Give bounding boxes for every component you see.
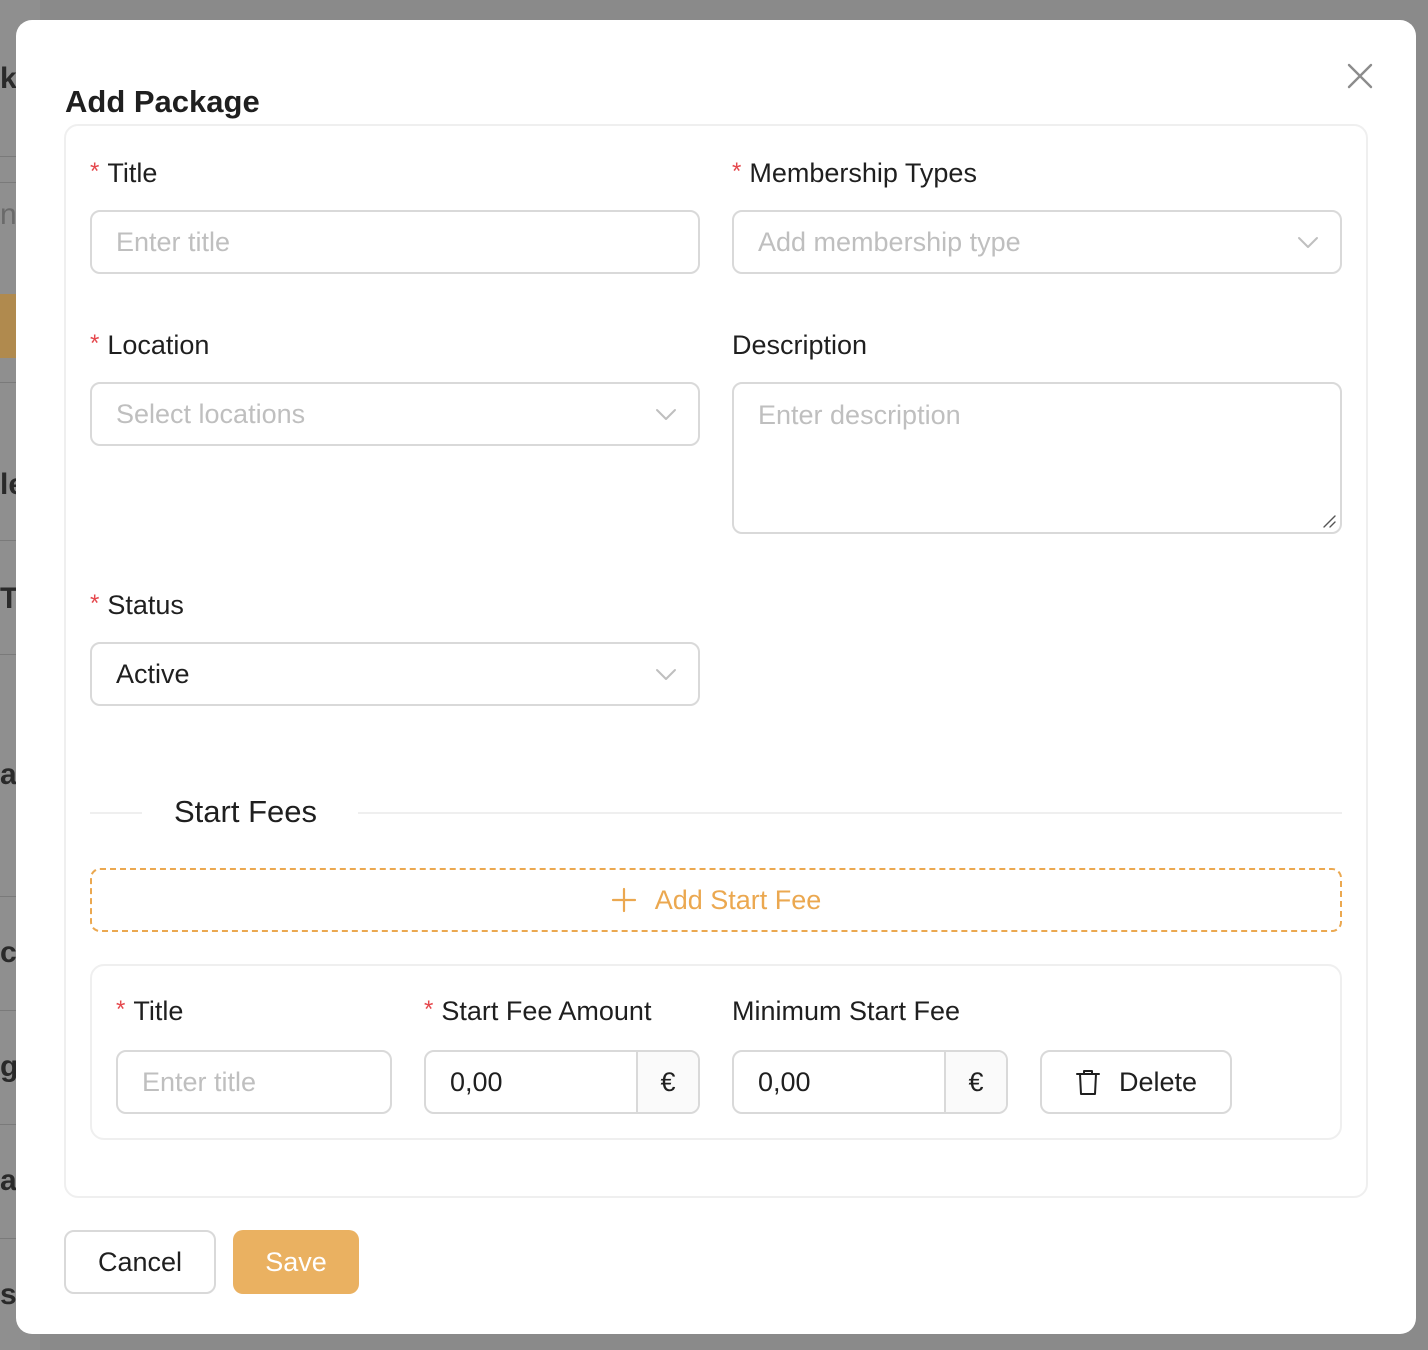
save-button[interactable]: Save [233,1230,359,1294]
fee-title-input[interactable]: Enter title [116,1050,392,1114]
background-search-button [0,294,16,358]
chevron-down-icon [656,669,676,680]
status-select[interactable]: Active [90,642,700,706]
modal-title: Add Package [65,84,260,119]
background-text: c [0,936,17,969]
background-text: k [0,62,17,95]
status-value: Active [116,658,190,689]
start-fees-title: Start Fees [174,794,317,829]
start-fee-amount-input[interactable]: 0,00 € [424,1050,700,1114]
status-label-text: Status [107,590,184,620]
chevron-down-icon [1298,237,1318,248]
required-mark: * [116,996,126,1023]
cancel-button[interactable]: Cancel [64,1230,216,1294]
title-label: * Title [90,158,157,189]
title-label-text: Title [107,158,158,188]
membership-types-label: * Membership Types [732,158,977,189]
divider-line [358,812,1342,814]
location-label-text: Location [107,330,210,360]
description-placeholder: Enter description [758,400,961,430]
membership-types-label-text: Membership Types [749,158,977,188]
location-placeholder: Select locations [116,398,306,429]
required-mark: * [732,158,742,185]
minimum-start-fee-label-text: Minimum Start Fee [732,996,961,1026]
minimum-start-fee-input[interactable]: 0,00 € [732,1050,1008,1114]
description-label-text: Description [732,330,868,360]
fee-title-label: * Title [116,996,183,1027]
description-label: Description [732,330,867,361]
background-divider [0,182,16,183]
currency-symbol: € [968,1066,984,1097]
background-divider [0,896,16,897]
currency-addon: € [944,1052,1006,1112]
start-fee-amount-value: 0,00 [450,1066,503,1097]
background-divider [0,654,16,655]
currency-symbol: € [660,1066,676,1097]
fee-title-label-text: Title [133,996,184,1026]
required-mark: * [90,158,100,185]
background-divider [0,1238,16,1239]
add-package-modal: Add Package * Title Enter title * Membersh… [16,20,1416,1334]
location-label: * Location [90,330,209,361]
resize-handle-icon[interactable] [1320,512,1336,528]
required-mark: * [90,330,100,357]
start-fee-item: * Title Enter title * Start Fee Amount 0,0… [90,964,1342,1140]
required-mark: * [424,996,434,1023]
currency-addon: € [636,1052,698,1112]
add-start-fee-label: Add Start Fee [654,884,822,915]
background-divider [0,540,16,541]
required-mark: * [90,590,100,617]
add-start-fee-button[interactable]: Add Start Fee [90,868,1342,932]
status-label: * Status [90,590,184,621]
membership-types-select[interactable]: Add membership type [732,210,1342,274]
background-divider [0,1124,16,1125]
chevron-down-icon [656,409,676,420]
plus-icon [611,887,637,913]
cancel-label: Cancel [97,1246,183,1277]
minimum-start-fee-label: Minimum Start Fee [732,996,960,1027]
delete-fee-button[interactable]: Delete [1040,1050,1232,1114]
close-icon [1347,63,1373,89]
delete-label: Delete [1118,1066,1198,1097]
close-button[interactable] [1342,58,1378,94]
background-text: n [0,198,17,231]
title-input[interactable]: Enter title [90,210,700,274]
start-fee-amount-label: * Start Fee Amount [424,996,651,1027]
background-text: a [0,758,17,791]
membership-types-placeholder: Add membership type [758,226,1021,257]
background-divider [0,1010,16,1011]
minimum-start-fee-value: 0,00 [758,1066,811,1097]
title-placeholder: Enter title [116,226,231,257]
location-select[interactable]: Select locations [90,382,700,446]
background-divider [0,382,16,383]
description-textarea[interactable]: Enter description [732,382,1342,534]
fee-title-placeholder: Enter title [142,1066,257,1097]
start-fees-divider: Start Fees [90,794,1342,834]
start-fee-amount-label-text: Start Fee Amount [441,996,652,1026]
save-label: Save [265,1246,327,1277]
background-divider [0,156,16,157]
trash-icon [1075,1070,1100,1095]
divider-line [90,812,142,814]
